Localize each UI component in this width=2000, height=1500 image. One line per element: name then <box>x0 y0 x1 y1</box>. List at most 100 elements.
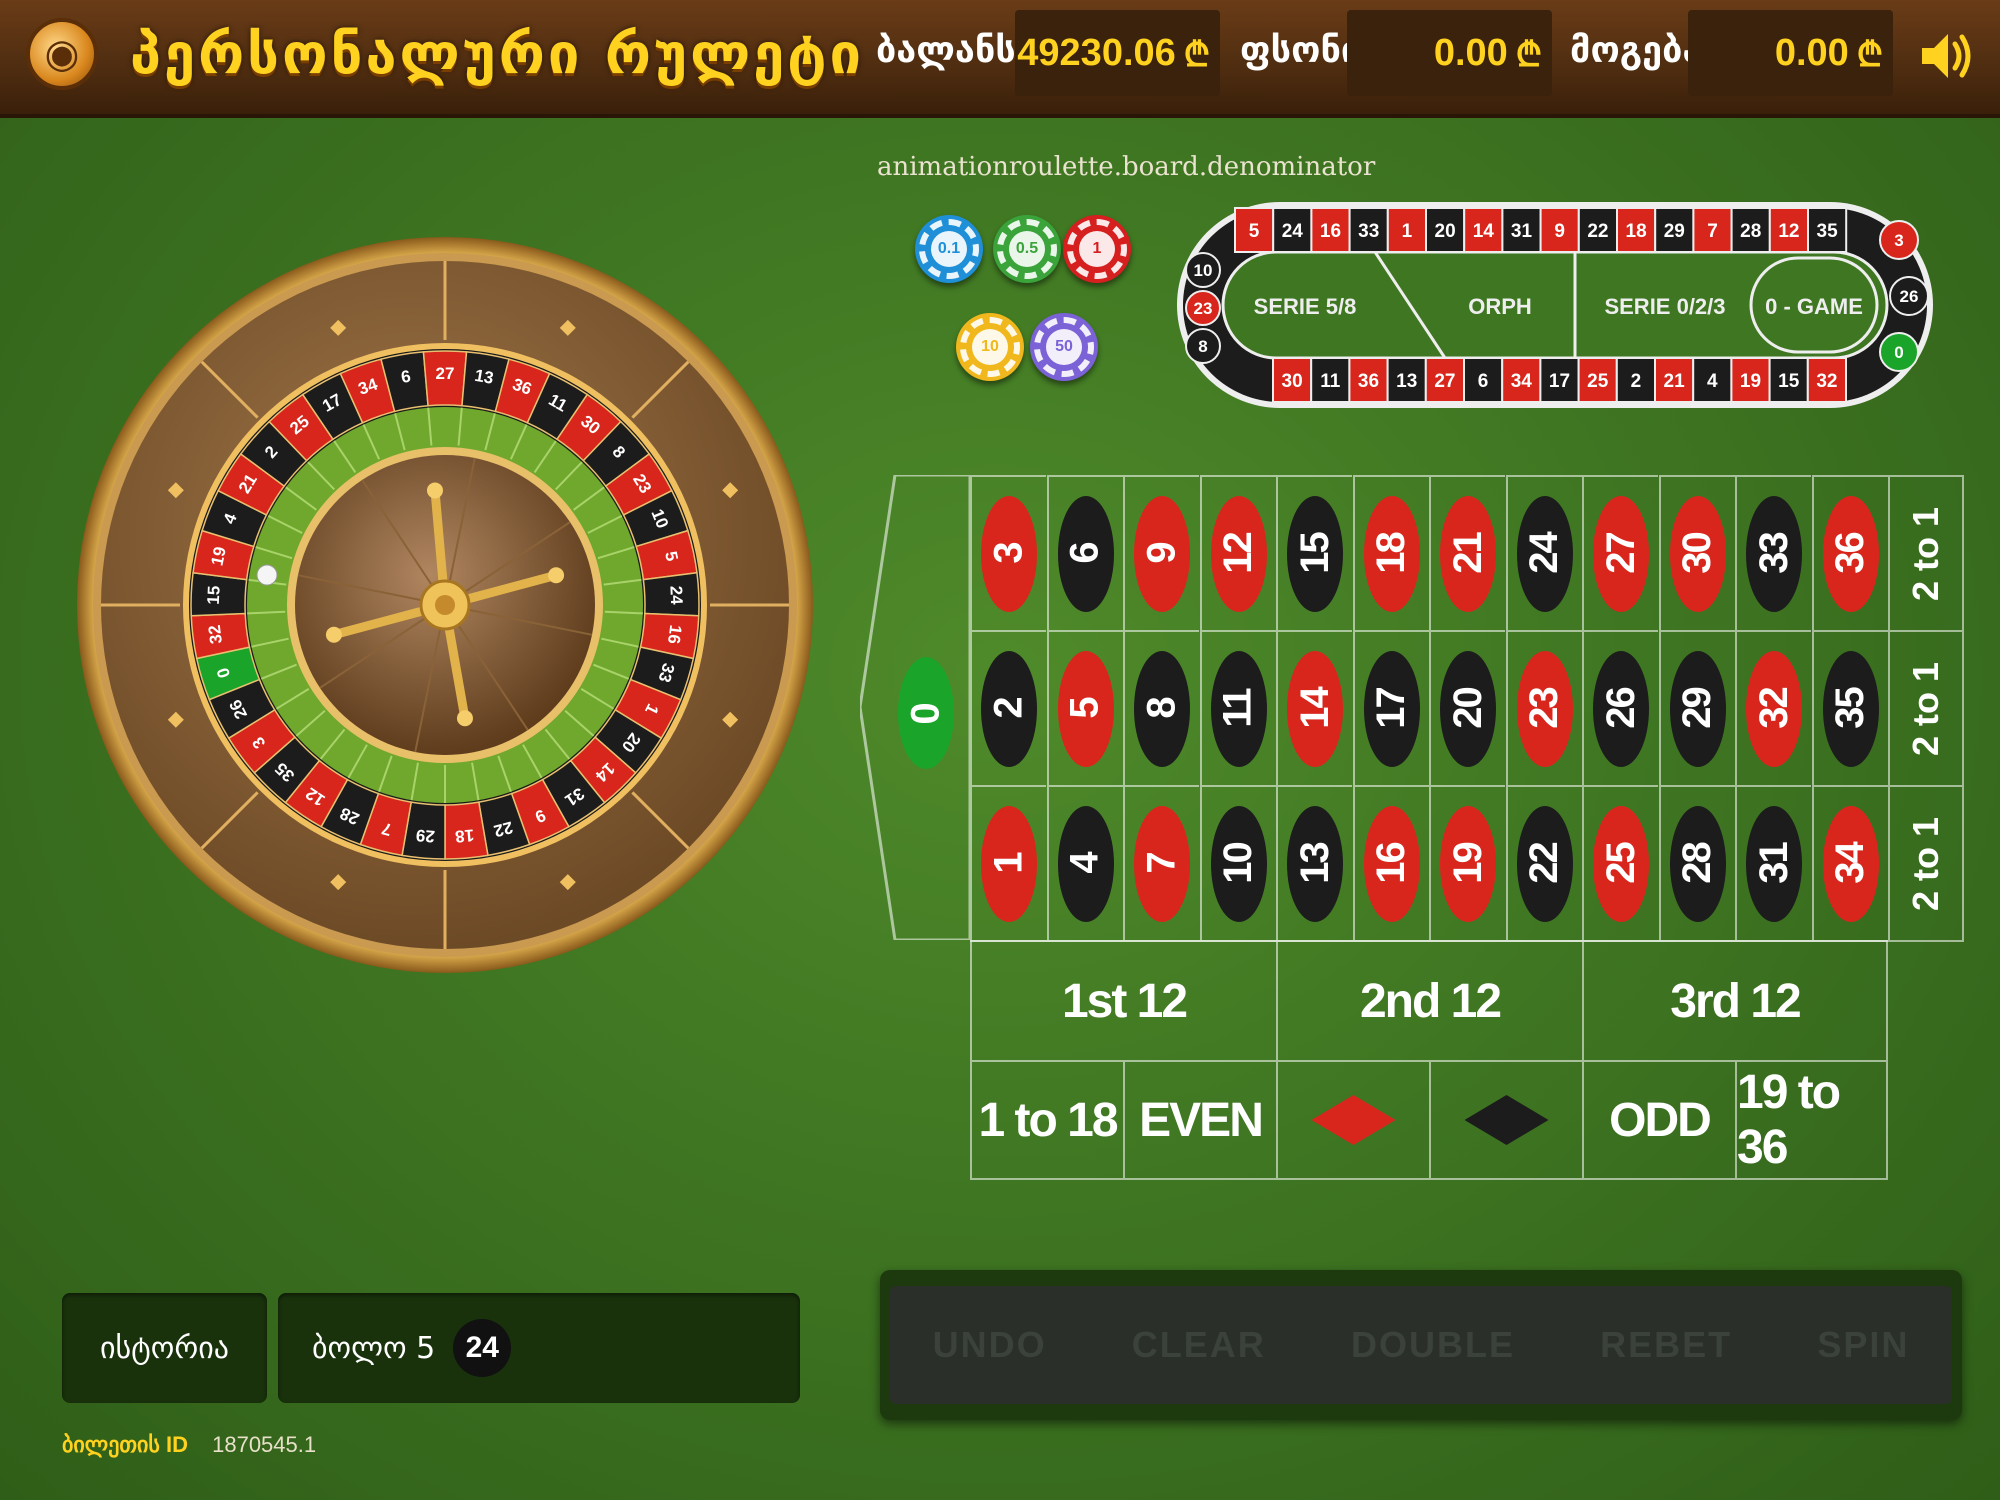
number-cell-19[interactable]: 19 <box>1429 785 1505 940</box>
chip-50[interactable]: 50 <box>1030 313 1098 381</box>
number-cell-26[interactable]: 26 <box>1582 630 1658 785</box>
number-cell-3[interactable]: 3 <box>970 475 1046 630</box>
number-cell-15[interactable]: 15 <box>1276 475 1352 630</box>
number-oval: 13 <box>1287 805 1343 922</box>
clear-button[interactable]: CLEAR <box>1132 1324 1266 1366</box>
racetrack-section-label[interactable]: ORPH <box>1468 294 1532 319</box>
red-bet[interactable] <box>1276 1060 1429 1180</box>
number-oval: 31 <box>1746 805 1802 922</box>
racetrack-number: 29 <box>1664 221 1685 242</box>
column-bet-3[interactable]: 2 to 1 <box>1888 785 1964 940</box>
number-cell-21[interactable]: 21 <box>1429 475 1505 630</box>
number-label: 21 <box>1445 533 1490 574</box>
number-cell-10[interactable]: 10 <box>1199 785 1276 940</box>
number-cell-20[interactable]: 20 <box>1429 630 1505 785</box>
racetrack-number: 26 <box>1900 287 1919 306</box>
bet-currency: ₾ <box>1515 36 1542 74</box>
number-cell-33[interactable]: 33 <box>1735 475 1811 630</box>
racetrack-number: 19 <box>1740 371 1761 392</box>
number-label: 35 <box>1828 688 1872 729</box>
column-bet-label: 2 to 1 <box>1905 816 1946 911</box>
column-bet-2[interactable]: 2 to 1 <box>1888 630 1964 785</box>
dozen-bet-1[interactable]: 1st 12 <box>970 940 1276 1060</box>
chip-0.1[interactable]: 0.1 <box>915 215 983 283</box>
number-cell-35[interactable]: 35 <box>1811 630 1888 785</box>
control-buttons: UNDO CLEAR DOUBLE REBET SPIN <box>890 1286 1952 1404</box>
number-cell-11[interactable]: 11 <box>1199 630 1276 785</box>
number-cell-14[interactable]: 14 <box>1276 630 1352 785</box>
number-label: 29 <box>1675 688 1719 729</box>
even-bet[interactable]: EVEN <box>1123 1060 1276 1180</box>
number-cell-8[interactable]: 8 <box>1123 630 1199 785</box>
speaker-icon[interactable] <box>1916 26 1976 86</box>
balance-currency: ₾ <box>1183 36 1210 74</box>
chip-10[interactable]: 10 <box>956 313 1024 381</box>
number-cell-12[interactable]: 12 <box>1199 475 1276 630</box>
racetrack-number: 1 <box>1402 221 1413 242</box>
dozen-bet-3[interactable]: 3rd 12 <box>1582 940 1888 1060</box>
racetrack-number: 15 <box>1778 371 1800 392</box>
number-cell-22[interactable]: 22 <box>1505 785 1582 940</box>
number-cell-5[interactable]: 5 <box>1046 630 1123 785</box>
number-cell-23[interactable]: 23 <box>1505 630 1582 785</box>
racetrack-section-label[interactable]: SERIE 0/2/3 <box>1604 294 1725 319</box>
wheel-number: 32 <box>205 624 226 645</box>
number-label: 36 <box>1828 533 1872 574</box>
dozen-bet-label: 3rd 12 <box>1670 974 1801 1028</box>
double-button[interactable]: DOUBLE <box>1351 1324 1515 1366</box>
black-bet[interactable] <box>1429 1060 1582 1180</box>
number-oval: 19 <box>1440 805 1496 922</box>
racetrack-board[interactable]: 5 24 16 33 1 20 14 31 9 22 18 29 7 28 12 3530 11 36 13 27 6 3… <box>1175 200 1935 410</box>
number-oval: 24 <box>1516 495 1573 612</box>
racetrack-number: 3 <box>1894 231 1903 250</box>
number-label: 3 <box>986 543 1031 564</box>
number-cell-36[interactable]: 36 <box>1811 475 1888 630</box>
win-label: მოგება <box>1570 30 1703 71</box>
number-label: 30 <box>1675 533 1719 574</box>
dozen-bet-2[interactable]: 2nd 12 <box>1276 940 1582 1060</box>
racetrack-number: 35 <box>1817 221 1839 242</box>
number-cell-16[interactable]: 16 <box>1352 785 1429 940</box>
racetrack-section-label[interactable]: 0 - GAME <box>1765 294 1863 319</box>
column-bet-1[interactable]: 2 to 1 <box>1888 475 1964 630</box>
number-cell-28[interactable]: 28 <box>1658 785 1735 940</box>
number-cell-2[interactable]: 2 <box>970 630 1046 785</box>
racetrack-number: 9 <box>1554 221 1565 242</box>
low-bet-label: 1 to 18 <box>978 1093 1118 1147</box>
number-cell-6[interactable]: 6 <box>1046 475 1123 630</box>
racetrack-number: 24 <box>1282 221 1304 242</box>
number-cell-17[interactable]: 17 <box>1352 630 1429 785</box>
number-label: 28 <box>1675 843 1719 884</box>
number-cell-34[interactable]: 34 <box>1811 785 1888 940</box>
number-cell-31[interactable]: 31 <box>1735 785 1811 940</box>
high-bet[interactable]: 19 to 36 <box>1735 1060 1888 1180</box>
chip-0.5[interactable]: 0.5 <box>993 215 1061 283</box>
history-button[interactable]: ისტორია <box>62 1293 267 1403</box>
number-oval: 30 <box>1669 495 1726 612</box>
number-cell-32[interactable]: 32 <box>1735 630 1811 785</box>
chip-value: 0.1 <box>931 231 967 267</box>
number-cell-13[interactable]: 13 <box>1276 785 1352 940</box>
number-cell-29[interactable]: 29 <box>1658 630 1735 785</box>
number-cell-18[interactable]: 18 <box>1352 475 1429 630</box>
racetrack-section-label[interactable]: SERIE 5/8 <box>1254 294 1357 319</box>
spin-button[interactable]: SPIN <box>1817 1324 1909 1366</box>
number-cell-7[interactable]: 7 <box>1123 785 1199 940</box>
low-bet[interactable]: 1 to 18 <box>970 1060 1123 1180</box>
number-label: 33 <box>1751 533 1796 574</box>
number-cell-24[interactable]: 24 <box>1505 475 1582 630</box>
number-oval: 25 <box>1593 805 1649 922</box>
wheel-number: 15 <box>204 585 224 605</box>
number-cell-1[interactable]: 1 <box>970 785 1046 940</box>
undo-button[interactable]: UNDO <box>933 1324 1047 1366</box>
number-cell-9[interactable]: 9 <box>1123 475 1199 630</box>
number-cell-27[interactable]: 27 <box>1582 475 1658 630</box>
number-cell-30[interactable]: 30 <box>1658 475 1735 630</box>
rebet-button[interactable]: REBET <box>1600 1324 1732 1366</box>
chip-value: 0.5 <box>1009 231 1045 267</box>
number-cell-4[interactable]: 4 <box>1046 785 1123 940</box>
number-cell-25[interactable]: 25 <box>1582 785 1658 940</box>
odd-bet[interactable]: ODD <box>1582 1060 1735 1180</box>
zero-number-cell[interactable]: 0 <box>898 657 954 769</box>
chip-1[interactable]: 1 <box>1063 215 1131 283</box>
